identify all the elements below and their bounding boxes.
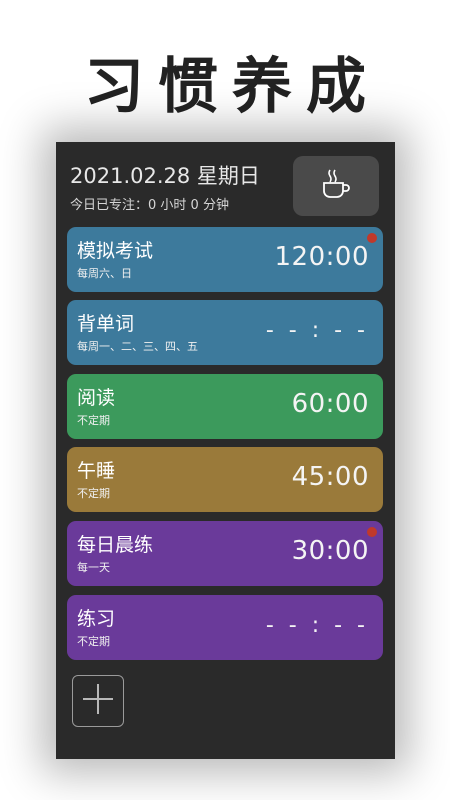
notification-badge bbox=[367, 527, 377, 537]
habit-card[interactable]: 背单词 每周一、二、三、四、五 - - : - - bbox=[67, 300, 383, 365]
notification-badge bbox=[367, 233, 377, 243]
habit-schedule: 每周六、日 bbox=[77, 267, 132, 280]
coffee-cup-icon bbox=[321, 168, 351, 204]
habit-duration: 120:00 bbox=[274, 242, 369, 272]
habit-card[interactable]: 每日晨练 每一天 30:00 bbox=[67, 521, 383, 586]
habit-card[interactable]: 阅读 不定期 60:00 bbox=[67, 374, 383, 439]
habit-duration: - - : - - bbox=[265, 613, 369, 638]
habit-schedule: 每一天 bbox=[77, 561, 110, 574]
habit-duration: - - : - - bbox=[265, 318, 369, 343]
coffee-button[interactable] bbox=[293, 156, 379, 216]
app-screen: 2021.02.28 星期日 今日已专注：0 小时 0 分钟 模拟考试 每周六、… bbox=[56, 142, 395, 759]
habit-card[interactable]: 午睡 不定期 45:00 bbox=[67, 447, 383, 512]
date-label: 2021.02.28 星期日 bbox=[70, 164, 260, 188]
focus-time-label: 今日已专注：0 小时 0 分钟 bbox=[70, 198, 229, 213]
habit-name: 练习 bbox=[77, 608, 116, 630]
habit-duration: 45:00 bbox=[291, 462, 369, 492]
plus-icon bbox=[81, 682, 115, 720]
habit-name: 午睡 bbox=[77, 460, 116, 482]
habit-duration: 60:00 bbox=[291, 389, 369, 419]
habit-card[interactable]: 模拟考试 每周六、日 120:00 bbox=[67, 227, 383, 292]
habit-schedule: 不定期 bbox=[77, 635, 110, 648]
habit-card[interactable]: 练习 不定期 - - : - - bbox=[67, 595, 383, 660]
habit-duration: 30:00 bbox=[291, 536, 369, 566]
habit-schedule: 不定期 bbox=[77, 487, 110, 500]
add-habit-button[interactable] bbox=[72, 675, 124, 727]
habit-name: 每日晨练 bbox=[77, 534, 154, 556]
habit-name: 阅读 bbox=[77, 387, 116, 409]
habit-name: 背单词 bbox=[77, 313, 135, 335]
habit-schedule: 不定期 bbox=[77, 414, 110, 427]
headline: 习惯养成 bbox=[84, 52, 380, 122]
habit-name: 模拟考试 bbox=[77, 240, 154, 262]
habit-schedule: 每周一、二、三、四、五 bbox=[77, 340, 198, 353]
